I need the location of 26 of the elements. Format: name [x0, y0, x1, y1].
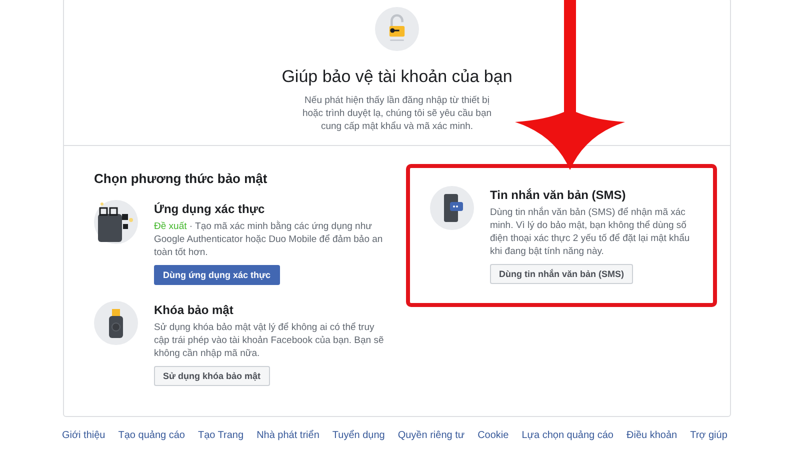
method-description: Dùng tin nhắn văn bản (SMS) để nhận mã xác minh. Vì lý do bảo mật, bạn không thể dùng số điện thoại xác thực 2 yếu tố để đặt lại mật khẩu khi đang bật tính năng này.	[490, 206, 691, 258]
qr-phone-icon	[94, 200, 138, 244]
footer-link[interactable]: Tạo quảng cáo	[118, 430, 185, 441]
method-description: Đề xuất · Tạo mã xác minh bằng các ứng dụng như Google Authenticator hoặc Duo Mobile để đảm bảo an toàn tốt hơn.	[154, 220, 384, 259]
footer-link[interactable]: Giới thiệu	[62, 430, 106, 441]
footer-link[interactable]: Cookie	[478, 430, 509, 441]
footer-link[interactable]: Quyền riêng tư	[398, 430, 465, 441]
footer-link[interactable]: Nhà phát triển	[256, 430, 320, 441]
footer-link[interactable]: Tạo Trang	[198, 430, 244, 441]
footer-link[interactable]: Lựa chọn quảng cáo	[522, 430, 614, 441]
method-title: Tin nhắn văn bản (SMS)	[490, 188, 626, 202]
method-title: Ứng dụng xác thực	[154, 202, 265, 216]
intro-text: Nếu phát hiện thấy lần đăng nhập từ thiết bị hoặc trình duyệt lạ, chúng tôi sẽ yêu cầu bạn cung cấp mật khẩu và mã xác minh.	[301, 94, 493, 133]
footer-link[interactable]: Tuyển dụng	[332, 430, 385, 441]
footer-link[interactable]: Trợ giúp	[690, 430, 728, 441]
method-button[interactable]: Dùng tin nhắn văn bản (SMS)	[490, 264, 633, 284]
section-title: Chọn phương thức bảo mật	[94, 171, 268, 186]
footer-link[interactable]: Điều khoản	[626, 430, 678, 441]
method-button[interactable]: Sử dụng khóa bảo mật	[154, 366, 270, 386]
padlock-key-icon	[375, 7, 419, 51]
phone-chat-icon	[430, 186, 474, 230]
usb-key-icon	[94, 301, 138, 345]
method-description: Sử dụng khóa bảo mật vật lý để không ai có thể truy cập trái phép vào tài khoản Facebook của bạn. Bạn sẽ không cần nhập mã nữa.	[154, 321, 385, 360]
method-title: Khóa bảo mật	[154, 303, 234, 317]
page-title: Giúp bảo vệ tài khoản của bạn	[282, 67, 512, 87]
method-button[interactable]: Dùng ứng dụng xác thực	[154, 265, 280, 285]
